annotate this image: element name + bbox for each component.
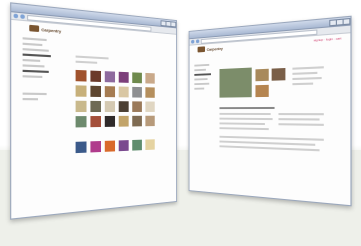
product-tile[interactable]	[90, 70, 101, 82]
logo-icon	[197, 46, 206, 53]
detail-text-line	[292, 66, 324, 70]
detail-text-line	[292, 76, 322, 81]
header-links[interactable]: signup · login · cart	[314, 36, 342, 42]
sidebar-item[interactable]	[22, 64, 45, 68]
detail-text-line	[278, 118, 320, 121]
forward-icon[interactable]	[20, 14, 25, 19]
left-sidebar	[22, 37, 58, 103]
product-tile[interactable]	[145, 72, 155, 84]
product-tile[interactable]	[145, 87, 155, 98]
logo-text: Carpentry	[41, 26, 62, 34]
sidebar-item-selected[interactable]	[22, 69, 49, 73]
detail-text-line	[219, 117, 273, 121]
detail-text-line	[292, 82, 314, 86]
product-tile[interactable]	[132, 115, 142, 127]
product-thumbnail[interactable]	[271, 67, 286, 81]
product-tile[interactable]	[90, 141, 101, 153]
product-tile[interactable]	[145, 101, 155, 112]
product-tile[interactable]	[104, 86, 116, 98]
product-tile[interactable]	[104, 140, 116, 152]
detail-heading	[219, 106, 275, 110]
sidebar-item[interactable]	[194, 78, 208, 81]
sidebar-item[interactable]	[22, 97, 39, 101]
product-tile[interactable]	[118, 101, 129, 112]
product-tile[interactable]	[118, 71, 129, 83]
close-icon[interactable]	[170, 21, 177, 28]
site-logo[interactable]: Carpentry	[29, 24, 62, 34]
product-tile[interactable]	[145, 115, 155, 127]
product-tile[interactable]	[145, 139, 155, 151]
product-tile[interactable]	[132, 72, 142, 84]
detail-text-line	[219, 112, 271, 116]
sidebar-item[interactable]	[22, 92, 47, 96]
content-heading	[75, 55, 109, 60]
close-icon[interactable]	[342, 17, 351, 26]
product-tile[interactable]	[75, 100, 87, 113]
back-icon[interactable]	[191, 39, 195, 44]
product-tile[interactable]	[75, 116, 87, 128]
back-icon[interactable]	[13, 13, 19, 19]
content-subheading	[75, 60, 98, 64]
detail-text-line	[278, 113, 324, 116]
product-tile[interactable]	[75, 69, 87, 82]
sidebar-item[interactable]	[194, 68, 206, 72]
site-logo[interactable]: Carpentry	[197, 45, 223, 53]
sidebar-item[interactable]	[22, 75, 43, 79]
right-sidebar	[194, 63, 214, 93]
product-tile[interactable]	[75, 85, 87, 97]
sidebar-item-selected[interactable]	[194, 73, 211, 76]
sidebar-item[interactable]	[22, 42, 43, 47]
product-tile[interactable]	[90, 116, 101, 128]
detail-text-line	[278, 123, 324, 126]
sidebar-item[interactable]	[194, 82, 210, 86]
product-tile[interactable]	[118, 140, 129, 152]
product-tile[interactable]	[75, 141, 87, 154]
forward-icon[interactable]	[195, 39, 200, 44]
product-tile[interactable]	[118, 115, 129, 127]
sidebar-item[interactable]	[22, 48, 49, 52]
detail-text-line	[219, 145, 320, 152]
left-browser-window: Carpentry	[10, 2, 177, 220]
product-tile[interactable]	[132, 86, 142, 98]
product-thumbnail[interactable]	[255, 84, 269, 98]
product-tile[interactable]	[90, 100, 101, 113]
product-tile[interactable]	[132, 101, 142, 112]
product-tile[interactable]	[132, 139, 142, 151]
product-thumbnail[interactable]	[255, 68, 269, 82]
logo-icon	[29, 24, 40, 33]
sidebar-item[interactable]	[22, 58, 41, 62]
detail-text-line	[219, 122, 265, 126]
sidebar-item[interactable]	[194, 63, 210, 67]
right-browser-window: Carpentry signup · login · cart	[188, 15, 352, 207]
logo-text: Carpentry	[206, 45, 223, 52]
product-main-image[interactable]	[219, 67, 252, 98]
product-tile[interactable]	[118, 86, 129, 98]
product-tile[interactable]	[104, 101, 116, 112]
product-tile[interactable]	[104, 115, 116, 127]
product-tile[interactable]	[104, 71, 116, 83]
sidebar-item[interactable]	[194, 87, 205, 90]
sidebar-item-selected[interactable]	[22, 53, 51, 58]
sidebar-item[interactable]	[22, 37, 47, 42]
detail-text-line	[219, 127, 269, 131]
detail-text-line	[292, 71, 318, 75]
product-tile[interactable]	[90, 85, 101, 97]
